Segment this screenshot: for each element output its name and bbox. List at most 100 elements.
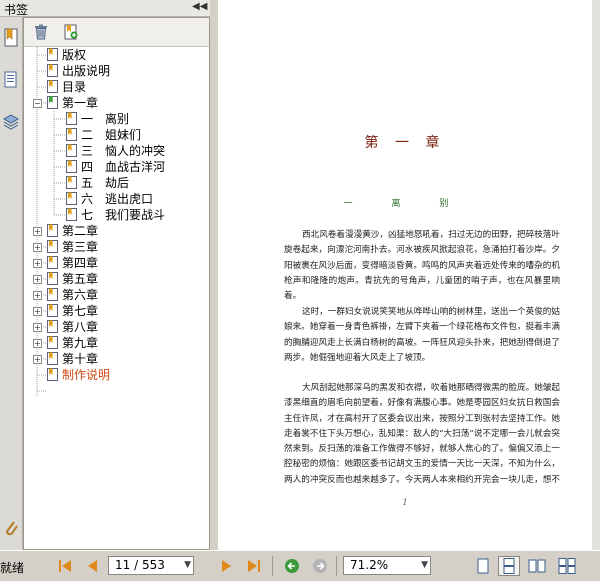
bookmark-item[interactable]: 第五章 — [47, 271, 98, 287]
bookmark-item[interactable]: 第一章 — [47, 95, 98, 111]
expand-node-icon[interactable]: + — [33, 227, 42, 236]
paragraph-1: 西北风卷着漫漫黄沙，凶猛地怒吼着，扫过无边的田野，把碎枝落叶旋卷起来，向漂沱河南… — [284, 230, 560, 302]
bookmark-icon — [47, 368, 58, 381]
paragraph-2: 这时，一群妇女说说笑笑地从哗哗山响的树林里，送出一个英俊的姑娘来。她穿着一身青色… — [284, 307, 560, 363]
bookmark-icon — [47, 80, 58, 93]
bookmark-label: 第二章 — [62, 224, 99, 238]
attachments-tab-icon[interactable] — [1, 517, 21, 539]
section-title: 一 离 别 — [343, 199, 467, 209]
bookmark-label: 七 我们要战斗 — [81, 208, 166, 222]
bookmark-item[interactable]: 版权 — [47, 47, 86, 63]
bookmark-item[interactable]: 第二章 — [47, 223, 98, 239]
panel-title: 书签 — [4, 3, 29, 17]
document-page: 第 一 章 一 离 别 西北风卷着漫漫黄沙，凶猛地怒吼着，扫过无边的田野，把碎枝… — [218, 0, 592, 550]
bookmark-label: 第五章 — [62, 272, 99, 286]
bookmark-item[interactable]: 第七章 — [47, 303, 98, 319]
continuous-view-icon[interactable] — [498, 556, 520, 576]
bookmark-item[interactable]: 三 恼人的冲突 — [66, 143, 165, 159]
status-separator — [272, 556, 273, 576]
document-view: 第 一 章 一 离 别 西北风卷着漫漫黄沙，凶猛地怒吼着，扫过无边的田野，把碎枝… — [218, 0, 600, 550]
back-view-button[interactable] — [282, 556, 302, 576]
bookmark-icon — [47, 48, 58, 61]
bookmark-label: 第一章 — [62, 96, 99, 110]
page-dropdown-icon[interactable]: ▼ — [184, 557, 191, 574]
bookmark-icon — [47, 256, 58, 269]
bookmark-item[interactable]: 一 离别 — [66, 111, 129, 127]
bookmark-label: 六 逃出虎口 — [81, 192, 154, 206]
facing-view-icon[interactable] — [526, 556, 548, 576]
bookmark-icon — [47, 240, 58, 253]
expand-node-icon[interactable]: + — [33, 291, 42, 300]
zoom-dropdown-icon[interactable]: ▼ — [421, 557, 428, 574]
bookmark-item[interactable]: 二 姐妹们 — [66, 127, 141, 143]
status-text: 就绪 — [0, 561, 25, 575]
status-separator — [336, 556, 337, 576]
bookmark-icon — [66, 176, 77, 189]
first-page-button[interactable] — [55, 556, 75, 576]
collapse-panel-icon[interactable]: ◀◀ — [192, 1, 207, 12]
continuous-facing-view-icon[interactable] — [556, 556, 578, 576]
bookmark-label: 二 姐妹们 — [81, 128, 142, 142]
bookmark-item[interactable]: 第四章 — [47, 255, 98, 271]
bookmark-item[interactable]: 第八章 — [47, 319, 98, 335]
expand-node-icon[interactable]: + — [33, 307, 42, 316]
expand-node-icon[interactable]: + — [33, 275, 42, 284]
bookmark-item[interactable]: 制作说明 — [47, 367, 110, 383]
bookmark-icon — [66, 160, 77, 173]
page-number: 1 — [402, 498, 408, 507]
bookmark-item[interactable]: 五 劫后 — [66, 175, 129, 191]
pages-tab-icon[interactable] — [1, 69, 21, 91]
bookmarks-panel-header: 书签 ◀◀ — [0, 0, 210, 17]
bookmark-icon — [47, 288, 58, 301]
bookmark-label: 出版说明 — [62, 64, 111, 78]
bookmark-icon — [47, 96, 58, 109]
expand-node-icon[interactable]: + — [33, 355, 42, 364]
bookmark-label: 第九章 — [62, 336, 99, 350]
expand-node-icon[interactable]: + — [33, 339, 42, 348]
bookmark-icon — [47, 352, 58, 365]
bookmarks-tab-icon[interactable] — [1, 27, 21, 49]
navigation-icon-strip — [0, 17, 23, 550]
status-bar: 就绪 11 / 553 ▼ 71.2% ▼ — [0, 550, 600, 581]
delete-bookmark-icon[interactable] — [30, 21, 52, 43]
bookmark-icon — [47, 320, 58, 333]
single-page-view-icon[interactable] — [472, 556, 494, 576]
zoom-field[interactable]: 71.2% ▼ — [343, 556, 431, 575]
panel-splitter[interactable] — [210, 0, 218, 550]
bookmark-icon — [47, 336, 58, 349]
bookmark-label: 第十章 — [62, 352, 99, 366]
next-page-button[interactable] — [217, 556, 237, 576]
bookmark-icon — [66, 112, 77, 125]
bookmark-icon — [66, 144, 77, 157]
page-number-field[interactable]: 11 / 553 ▼ — [108, 556, 194, 575]
bookmark-icon — [66, 192, 77, 205]
bookmark-label: 目录 — [62, 80, 87, 94]
bookmark-label: 四 血战古洋河 — [81, 160, 166, 174]
bookmark-item[interactable]: 四 血战古洋河 — [66, 159, 165, 175]
bookmark-item[interactable]: 第六章 — [47, 287, 98, 303]
collapse-node-icon[interactable]: − — [33, 99, 42, 108]
bookmark-icon — [47, 64, 58, 77]
bookmark-item[interactable]: 出版说明 — [47, 63, 110, 79]
bookmark-item[interactable]: 第九章 — [47, 335, 98, 351]
vertical-scrollbar[interactable] — [592, 0, 600, 550]
expand-node-icon[interactable]: + — [33, 323, 42, 332]
bookmark-item[interactable]: 七 我们要战斗 — [66, 207, 165, 223]
new-bookmark-icon[interactable] — [60, 21, 82, 43]
paragraph-3: 大风刮起她那深乌的黑发和衣襟，吹着她那晒得微黑的脸庞。她皱起漆黑细直的眉毛向前望… — [284, 383, 560, 485]
bookmark-label: 第八章 — [62, 320, 99, 334]
bookmark-label: 三 恼人的冲突 — [81, 144, 166, 158]
previous-page-button[interactable] — [82, 556, 102, 576]
layers-tab-icon[interactable] — [1, 111, 21, 133]
zoom-value: 71.2% — [350, 558, 389, 572]
expand-node-icon[interactable]: + — [33, 243, 42, 252]
forward-view-button[interactable] — [310, 556, 330, 576]
bookmark-label: 第七章 — [62, 304, 99, 318]
bookmark-label: 版权 — [62, 48, 87, 62]
expand-node-icon[interactable]: + — [33, 259, 42, 268]
bookmark-item[interactable]: 第十章 — [47, 351, 98, 367]
last-page-button[interactable] — [244, 556, 264, 576]
bookmark-item[interactable]: 第三章 — [47, 239, 98, 255]
bookmark-item[interactable]: 目录 — [47, 79, 86, 95]
bookmark-item[interactable]: 六 逃出虎口 — [66, 191, 153, 207]
